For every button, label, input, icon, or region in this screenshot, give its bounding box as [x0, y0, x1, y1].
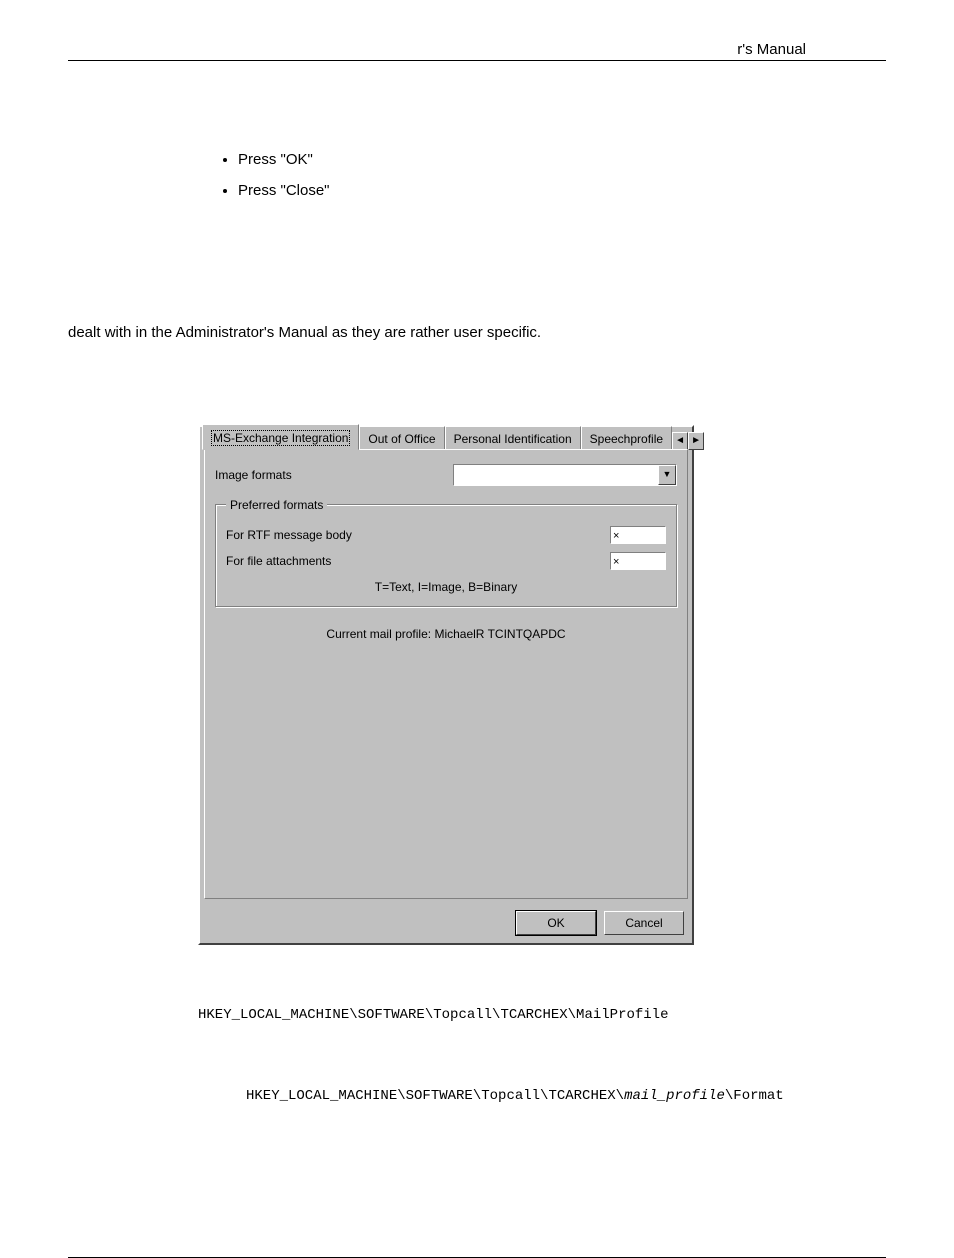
cancel-button[interactable]: Cancel: [604, 911, 684, 935]
settings-dialog: MS-Exchange Integration Out of Office Pe…: [198, 425, 694, 945]
chevron-down-icon[interactable]: ▼: [658, 465, 676, 485]
tab-personal-identification[interactable]: Personal Identification: [445, 426, 581, 450]
file-attachments-input[interactable]: ×: [610, 552, 666, 570]
image-formats-label: Image formats: [215, 466, 453, 484]
registry-path-1: HKEY_LOCAL_MACHINE\SOFTWARE\Topcall\TCAR…: [198, 1005, 846, 1026]
tab-panel: Image formats ▼ Preferred formats For RT…: [204, 449, 688, 899]
registry-path-2: HKEY_LOCAL_MACHINE\SOFTWARE\Topcall\TCAR…: [246, 1086, 846, 1107]
tab-ms-exchange[interactable]: MS-Exchange Integration: [202, 424, 359, 450]
format-legend-hint: T=Text, I=Image, B=Binary: [226, 578, 666, 596]
file-attachments-label: For file attachments: [226, 552, 610, 570]
tab-speechprofile[interactable]: Speechprofile: [581, 426, 672, 450]
list-item: Press "Close": [238, 180, 846, 203]
tab-scroll-right-button[interactable]: ►: [688, 432, 704, 450]
current-mail-profile: Current mail profile: MichaelR TCINTQAPD…: [215, 625, 677, 643]
list-item: Press "OK": [238, 149, 846, 172]
group-title: Preferred formats: [226, 496, 327, 514]
ok-button[interactable]: OK: [516, 911, 596, 935]
tab-out-of-office[interactable]: Out of Office: [359, 426, 444, 450]
tab-strip: MS-Exchange Integration Out of Office Pe…: [200, 427, 692, 449]
body-paragraph: dealt with in the Administrator's Manual…: [68, 322, 846, 345]
rtf-body-label: For RTF message body: [226, 526, 610, 544]
running-header: r's Manual: [737, 41, 806, 58]
image-formats-combo[interactable]: ▼: [453, 464, 677, 486]
image-formats-input[interactable]: [454, 465, 658, 485]
instruction-list: Press "OK" Press "Close": [218, 149, 846, 202]
rtf-body-input[interactable]: ×: [610, 526, 666, 544]
tab-scroll-left-button[interactable]: ◄: [672, 432, 688, 450]
footer-rule: [68, 1257, 886, 1258]
preferred-formats-group: Preferred formats For RTF message body ×…: [215, 496, 677, 607]
